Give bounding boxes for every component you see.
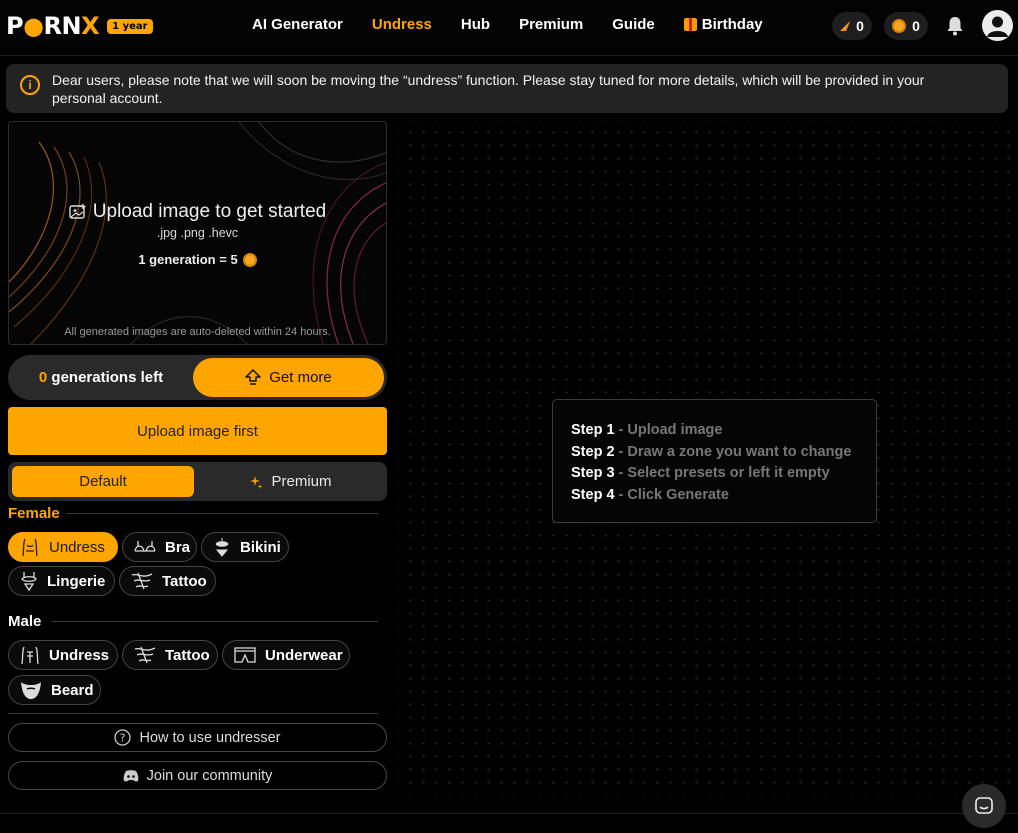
divider: [51, 621, 378, 622]
get-more-button[interactable]: Get more: [193, 358, 384, 397]
generations-count: 0: [38, 369, 48, 386]
nav-ai-generator[interactable]: AI Generator: [252, 16, 343, 33]
chip-label: Lingerie: [47, 572, 106, 590]
how-to-use-button[interactable]: ? How to use undresser: [8, 723, 387, 752]
chip-label: Bra: [165, 538, 191, 556]
generations-left: 0 generations left: [8, 369, 194, 386]
spark-icon: [840, 21, 851, 31]
divider: [66, 513, 378, 514]
image-add-icon: [69, 204, 86, 219]
chip-female-undress[interactable]: Undress: [8, 532, 118, 562]
chip-male-underwear[interactable]: Underwear: [222, 640, 350, 670]
coin-icon: [242, 252, 257, 267]
tattoo-icon: [131, 572, 153, 590]
lingerie-icon: [21, 572, 37, 591]
top-navbar: P●RNX 1 year AI Generator Undress Hub Pr…: [0, 0, 1018, 56]
svg-text:?: ?: [120, 732, 126, 745]
step-2: Step 2 - Draw a zone you want to change: [571, 443, 852, 460]
chip-female-tattoo[interactable]: Tattoo: [119, 566, 216, 596]
underwear-icon: [234, 647, 256, 663]
chip-female-bra[interactable]: Bra: [122, 532, 197, 562]
upload-formats: .jpg .png .hevc: [156, 226, 239, 240]
join-community-label: Join our community: [146, 767, 273, 784]
coins-balance[interactable]: 0: [884, 12, 928, 40]
chip-label: Undress: [49, 538, 105, 556]
chip-label: Bikini: [240, 538, 281, 556]
info-icon: i: [20, 75, 40, 95]
nav-guide[interactable]: Guide: [612, 16, 655, 33]
nav-birthday-label: Birthday: [701, 16, 763, 33]
tab-premium-label: Premium: [271, 473, 332, 490]
discord-icon: [123, 769, 139, 781]
beard-icon: [21, 682, 41, 699]
upload-title: Upload image to get started: [9, 201, 386, 223]
logo[interactable]: P●RNX 1 year: [6, 12, 153, 40]
mode-tabs: Default Premium: [8, 462, 387, 501]
female-body-icon: [22, 538, 38, 557]
user-avatar-icon[interactable]: [982, 10, 1013, 41]
nav-premium[interactable]: Premium: [519, 16, 583, 33]
nav-undress[interactable]: Undress: [372, 16, 432, 33]
divider: [0, 813, 1018, 814]
chip-label: Beard: [51, 681, 94, 699]
notice-banner: i Dear users, please note that we will s…: [6, 64, 1008, 113]
chip-label: Underwear: [265, 646, 343, 664]
step-1: Step 1 - Upload image: [571, 422, 723, 438]
female-section-title: Female: [8, 505, 60, 522]
chip-label: Tattoo: [165, 646, 210, 664]
chip-male-undress[interactable]: Undress: [8, 640, 118, 670]
generations-bar: 0 generations left Get more: [8, 355, 387, 400]
chat-icon: [975, 797, 993, 814]
generations-label: generations left: [51, 369, 164, 386]
sparks-count: 0: [856, 18, 864, 34]
chip-female-lingerie[interactable]: Lingerie: [8, 566, 115, 596]
male-section-title: Male: [8, 613, 42, 630]
sparkle-icon: [250, 475, 263, 489]
tab-premium[interactable]: Premium: [198, 466, 383, 497]
get-more-label: Get more: [269, 369, 332, 386]
step-3: Step 3 - Select presets or left it empty: [571, 465, 830, 481]
generation-cost-text: 1 generation = 5: [138, 252, 238, 267]
tattoo-icon: [134, 646, 156, 664]
main-nav: AI Generator Undress Hub Premium Guide B…: [252, 16, 792, 33]
notice-text: Dear users, please note that we will soo…: [52, 72, 925, 106]
male-body-icon: [21, 646, 39, 665]
chip-label: Undress: [49, 646, 110, 664]
how-to-use-label: How to use undresser: [139, 729, 281, 746]
anniversary-badge: 1 year: [107, 18, 153, 34]
generation-cost: 1 generation = 5: [9, 252, 386, 267]
help-icon: ?: [114, 729, 132, 746]
divider: [8, 713, 378, 714]
chat-support-button[interactable]: [962, 784, 1006, 828]
nav-birthday[interactable]: Birthday: [683, 16, 763, 33]
chip-male-beard[interactable]: Beard: [8, 675, 101, 705]
upload-image-first-button[interactable]: Upload image first: [8, 407, 387, 455]
bell-icon[interactable]: [946, 16, 964, 36]
sparks-balance[interactable]: 0: [832, 12, 872, 40]
coins-count: 0: [912, 18, 920, 34]
bikini-icon: [215, 538, 229, 557]
upload-dropzone[interactable]: Upload image to get started .jpg .png .h…: [8, 121, 387, 345]
chip-male-tattoo[interactable]: Tattoo: [122, 640, 218, 670]
join-community-button[interactable]: Join our community: [8, 761, 387, 790]
upgrade-arrow-icon: [245, 369, 261, 385]
bra-icon: [134, 541, 156, 552]
coin-icon: [892, 19, 907, 33]
step-4: Step 4 - Click Generate: [571, 486, 729, 503]
logo-text: P●RNX: [6, 12, 100, 40]
nav-hub[interactable]: Hub: [461, 16, 490, 33]
gift-icon: [683, 18, 697, 31]
auto-delete-note: All generated images are auto-deleted wi…: [64, 326, 331, 338]
upload-title-text: Upload image to get started: [92, 201, 327, 222]
steps-card: Step 1 - Upload image Step 2 - Draw a zo…: [552, 399, 877, 523]
chip-female-bikini[interactable]: Bikini: [201, 532, 289, 562]
chip-label: Tattoo: [162, 572, 207, 590]
tab-default[interactable]: Default: [12, 466, 194, 497]
